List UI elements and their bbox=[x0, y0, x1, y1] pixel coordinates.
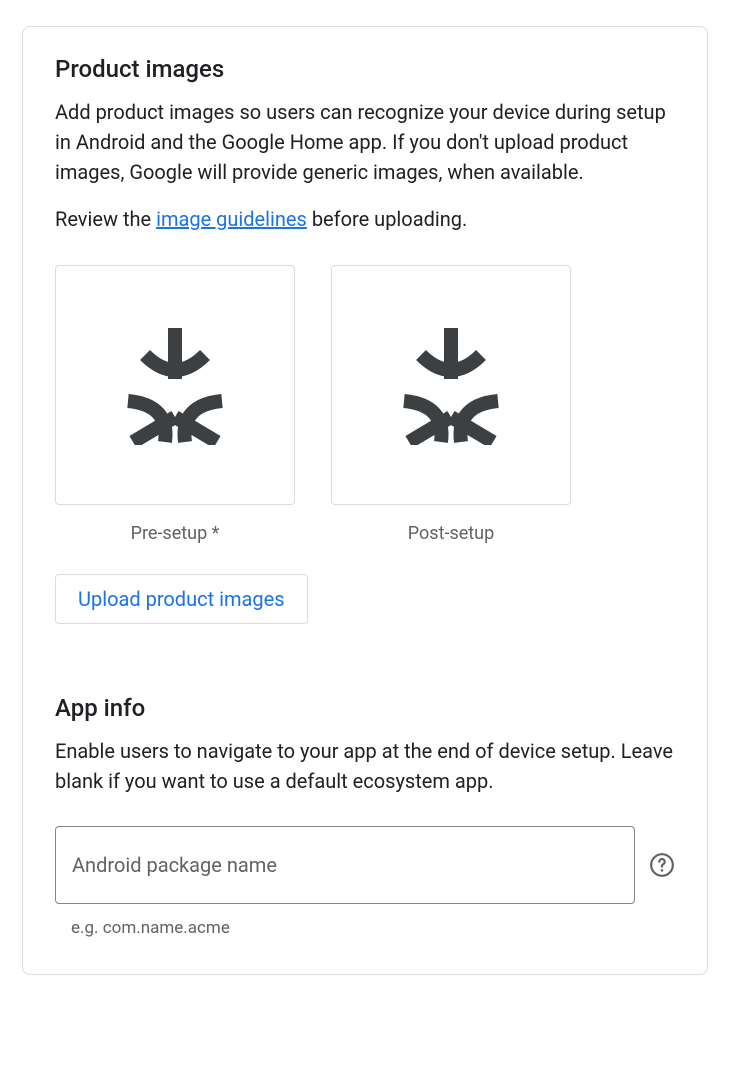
matter-icon bbox=[110, 325, 240, 445]
upload-product-images-button[interactable]: Upload product images bbox=[55, 574, 308, 624]
matter-icon bbox=[386, 325, 516, 445]
post-setup-image-box[interactable] bbox=[331, 265, 571, 505]
app-info-section: App info Enable users to navigate to you… bbox=[55, 694, 675, 938]
review-prefix: Review the bbox=[55, 207, 156, 231]
package-helper-text: e.g. com.name.acme bbox=[71, 918, 675, 938]
android-package-field bbox=[55, 826, 635, 904]
pre-setup-image-box[interactable] bbox=[55, 265, 295, 505]
post-setup-tile: Post-setup bbox=[331, 265, 571, 544]
image-tiles-row: Pre-setup * Post-setup bbox=[55, 265, 675, 544]
help-icon[interactable] bbox=[649, 852, 675, 878]
package-input-row bbox=[55, 826, 675, 904]
review-suffix: before uploading. bbox=[307, 207, 467, 231]
image-guidelines-link[interactable]: image guidelines bbox=[156, 207, 307, 231]
product-images-title: Product images bbox=[55, 55, 675, 83]
pre-setup-caption: Pre-setup * bbox=[55, 523, 295, 544]
post-setup-caption: Post-setup bbox=[331, 523, 571, 544]
app-info-description: Enable users to navigate to your app at … bbox=[55, 736, 675, 796]
settings-card: Product images Add product images so use… bbox=[22, 26, 708, 975]
pre-setup-tile: Pre-setup * bbox=[55, 265, 295, 544]
product-images-description: Add product images so users can recogniz… bbox=[55, 97, 675, 187]
review-line: Review the image guidelines before uploa… bbox=[55, 207, 675, 231]
android-package-input[interactable] bbox=[55, 826, 635, 904]
app-info-title: App info bbox=[55, 694, 675, 722]
